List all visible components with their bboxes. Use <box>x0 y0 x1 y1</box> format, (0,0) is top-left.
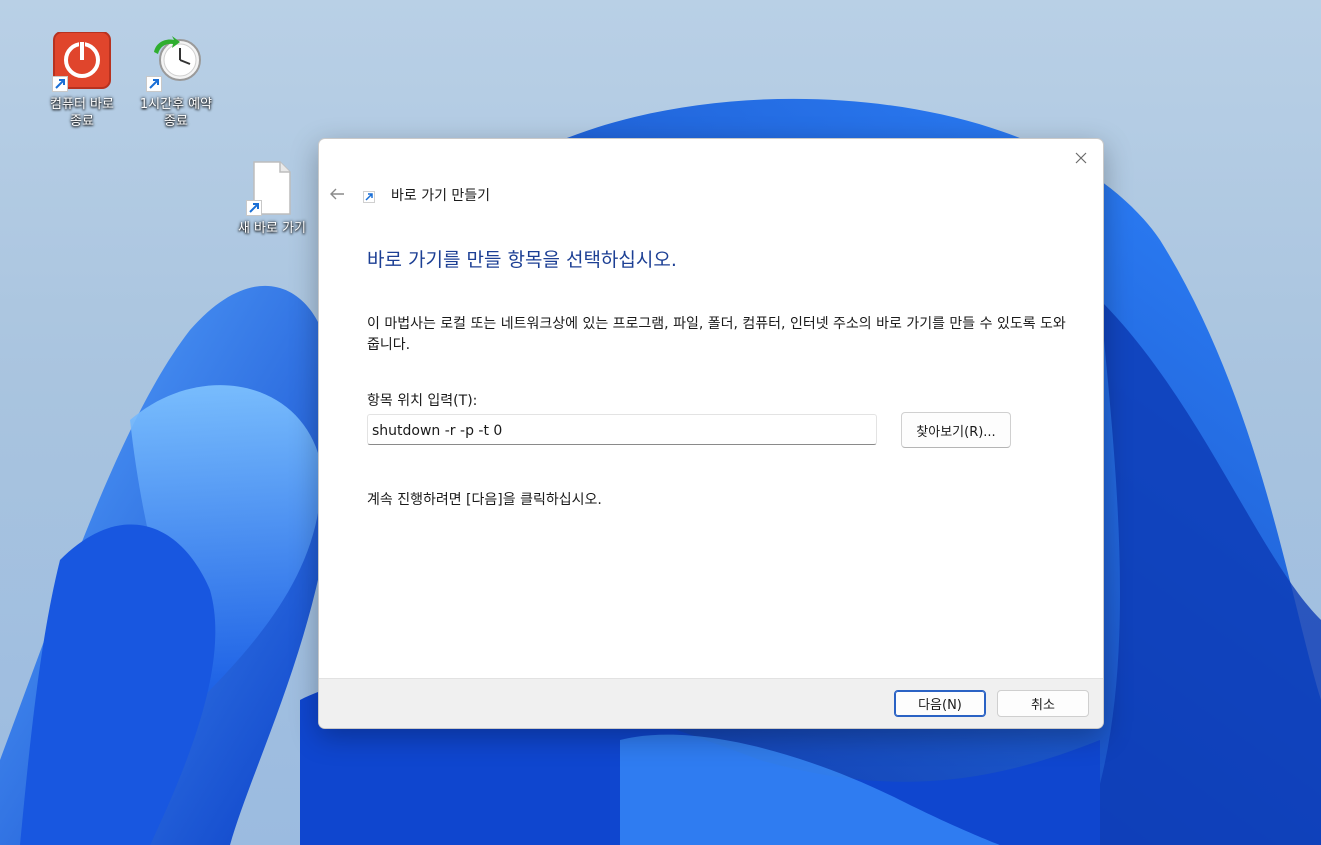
browse-button[interactable]: 찾아보기(R)... <box>901 412 1011 448</box>
continue-instruction: 계속 진행하려면 [다음]을 클릭하십시오. <box>367 492 602 508</box>
close-button[interactable] <box>1069 147 1093 169</box>
shortcut-arrow-icon <box>52 76 68 92</box>
blank-document-icon <box>242 160 302 216</box>
shortcut-icon <box>363 191 375 203</box>
next-button[interactable]: 다음(N) <box>894 690 986 717</box>
location-label: 항목 위치 입력(T): <box>367 393 478 409</box>
desktop-icon-label: 종료 <box>70 114 94 129</box>
close-icon <box>1075 152 1087 164</box>
dialog-footer: 다음(N) 취소 <box>319 678 1103 728</box>
shortcut-arrow-icon <box>146 76 162 92</box>
power-icon <box>52 31 112 92</box>
page-heading: 바로 가기를 만들 항목을 선택하십시오. <box>367 249 677 271</box>
back-button[interactable] <box>327 184 347 204</box>
desktop-icon-label: 종료 <box>164 114 188 129</box>
desktop-icon-scheduled-shutdown[interactable]: 1시간후 예약 종료 <box>128 32 224 130</box>
create-shortcut-dialog: 바로 가기 만들기 바로 가기를 만들 항목을 선택하십시오. 이 마법사는 로… <box>318 138 1104 729</box>
back-arrow-icon <box>330 188 344 200</box>
desktop-icon-new-shortcut[interactable]: 새 바로 가기 <box>224 160 320 237</box>
location-input[interactable] <box>367 414 877 445</box>
clock-icon <box>146 32 206 92</box>
wizard-title: 바로 가기 만들기 <box>391 188 491 204</box>
cancel-button[interactable]: 취소 <box>997 690 1089 717</box>
desktop-icon-label: 컴퓨터 바로 <box>50 97 114 112</box>
shortcut-arrow-icon <box>246 200 262 216</box>
wizard-description: 이 마법사는 로컬 또는 네트워크상에 있는 프로그램, 파일, 폴더, 컴퓨터… <box>367 316 1066 353</box>
desktop-icon-label: 1시간후 예약 <box>139 97 213 112</box>
desktop: 컴퓨터 바로 종료 1시간후 예약 종료 새 바로 가기 바로 가기 만들기 바… <box>0 0 1321 845</box>
desktop-icon-shutdown[interactable]: 컴퓨터 바로 종료 <box>34 31 130 130</box>
desktop-icon-label: 새 바로 가기 <box>237 221 307 236</box>
